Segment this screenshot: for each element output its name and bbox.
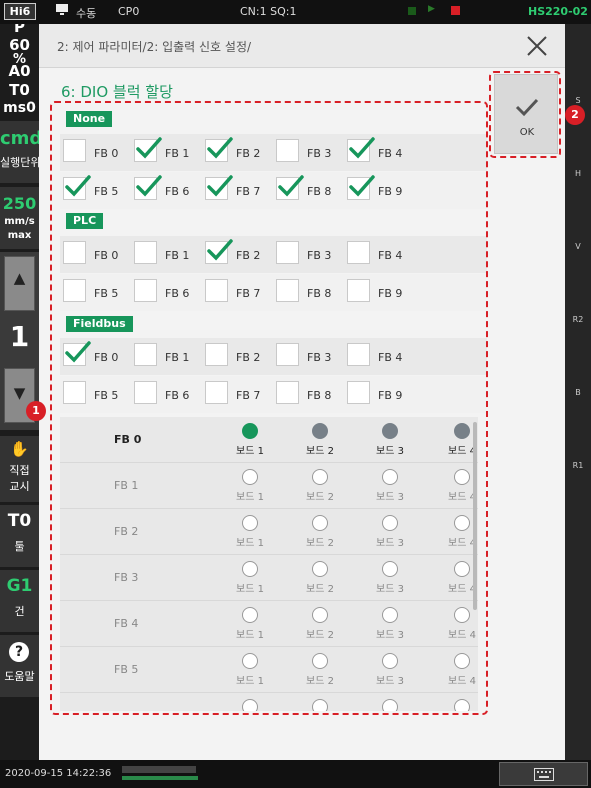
breadcrumb: 2: 제어 파라미터/2: 입출력 신호 설정/ (57, 40, 252, 54)
exec-unit-label: 실행단위 (0, 156, 39, 169)
datetime: 2020-09-15 14:22:36 (5, 768, 112, 779)
direct-teach-label-1: 직접 (9, 464, 30, 477)
system-badge: Hi6 (4, 3, 36, 20)
bottom-bar: 2020-09-15 14:22:36 (0, 760, 591, 788)
axis-panel: S H V R2 B R1 (565, 24, 591, 760)
axis-label[interactable]: R1 (565, 461, 591, 470)
axis-label[interactable]: S (565, 96, 591, 105)
play-icon: ▶ (428, 4, 435, 14)
annotation-marker-1: 1 (26, 401, 46, 421)
speed-unit: mm/s (4, 216, 35, 227)
dio-block-dialog: 2: 제어 파라미터/2: 입출력 신호 설정/ 6: DIO 블럭 할당 OK… (26, 24, 585, 760)
run-indicator-icon (408, 7, 416, 15)
left-panel: P 60 % A0 T0 ms0 cmd 실행단위 250 mm/s max ▲… (0, 24, 39, 760)
keyboard-icon (534, 768, 554, 781)
step-value: 1 (9, 320, 30, 353)
direct-teach-label-2: 교시 (9, 480, 30, 493)
close-icon (527, 36, 547, 56)
axis-label[interactable]: R2 (565, 315, 591, 324)
annotation-box-1 (50, 101, 488, 715)
page-title: 6: DIO 블럭 할당 (61, 83, 173, 101)
down-arrow-icon: ▼ (13, 384, 26, 402)
speed-max-label: max (7, 230, 32, 241)
tool-label: 툴 (14, 540, 25, 553)
status-bar: Hi6 수동 CP0 CN:1 SQ:1 ▶ HS220-02 (0, 0, 591, 24)
gun-label: 건 (14, 605, 25, 618)
keyboard-button[interactable] (499, 762, 588, 786)
axis-label[interactable]: B (565, 388, 591, 397)
axis-label[interactable]: H (565, 169, 591, 178)
hand-icon: ✋ (10, 440, 29, 458)
speed-value: 250 (2, 194, 37, 213)
stop-icon (451, 6, 460, 15)
help-icon: ? (9, 642, 29, 662)
annotation-box-2 (489, 71, 561, 158)
program-label: CP0 (118, 5, 140, 18)
cn-sq-label: CN:1 SQ:1 (240, 5, 297, 18)
mode-label: 수동 (76, 7, 97, 20)
p-label: P (14, 24, 25, 36)
progress-icon (122, 776, 198, 780)
dialog-header: 2: 제어 파라미터/2: 입출력 신호 설정/ (39, 24, 565, 68)
ms0-label: ms0 (3, 100, 36, 116)
robot-model-label: HS220-02 (528, 5, 588, 18)
close-button[interactable] (525, 34, 549, 58)
indicator-icon (122, 766, 196, 773)
axis-label[interactable]: V (565, 242, 591, 251)
a0-label: A0 (8, 62, 31, 80)
t0-top-label: T0 (9, 81, 30, 99)
tool-value: T0 (7, 511, 32, 531)
cmd-label: cmd (0, 128, 39, 149)
help-label: 도움말 (4, 670, 35, 683)
monitor-icon (55, 3, 69, 20)
annotation-marker-2: 2 (565, 105, 585, 125)
gun-value: G1 (6, 576, 33, 596)
up-arrow-icon: ▲ (13, 269, 26, 287)
